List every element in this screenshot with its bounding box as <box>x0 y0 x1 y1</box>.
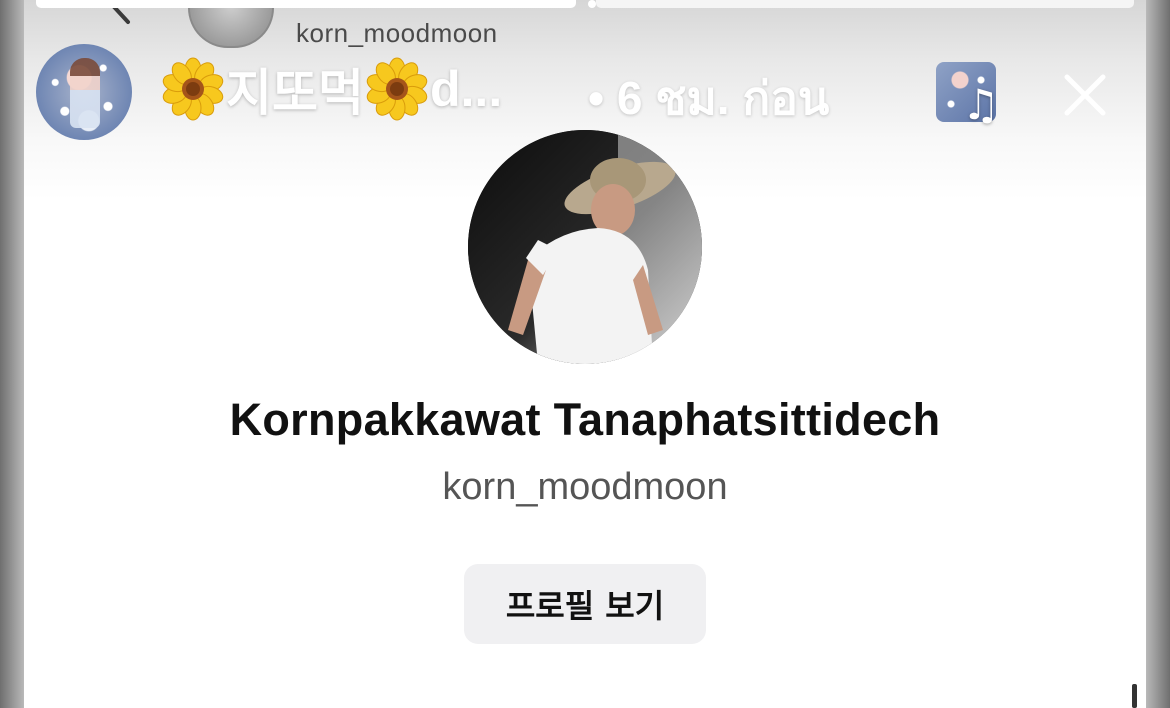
story-title-text: 지또먹 <box>226 65 364 121</box>
story-viewer: korn_moodmoon ​ <box>0 0 1170 708</box>
profile-photo[interactable] <box>468 130 702 364</box>
sunflower-icon <box>366 57 428 121</box>
right-edge <box>1146 0 1170 708</box>
left-edge <box>0 0 24 708</box>
story-title-suffix: d... <box>430 61 503 117</box>
story-progress-bar-2 <box>596 0 1134 8</box>
avatar-figure <box>70 58 100 128</box>
profile-photo-image <box>468 130 702 364</box>
music-note-icon: ♫ <box>962 80 1000 129</box>
story-progress-bar-1 <box>36 0 576 8</box>
background-username: korn_moodmoon <box>296 18 498 48</box>
scrollbar[interactable] <box>1132 684 1137 708</box>
story-progress-dot <box>588 0 596 8</box>
story-author-avatar[interactable] <box>36 44 132 140</box>
sunflower-icon <box>162 57 224 121</box>
profile-full-name: Kornpakkawat Tanaphatsittidech <box>229 394 941 445</box>
story-timestamp: • 6 ชม. ก่อน <box>588 72 830 124</box>
story-author-name[interactable]: 지또먹 d... <box>160 56 502 122</box>
profile-username: korn_moodmoon <box>442 466 728 508</box>
close-icon[interactable] <box>1062 72 1108 118</box>
view-profile-button[interactable]: 프로필 보기 <box>464 564 706 644</box>
